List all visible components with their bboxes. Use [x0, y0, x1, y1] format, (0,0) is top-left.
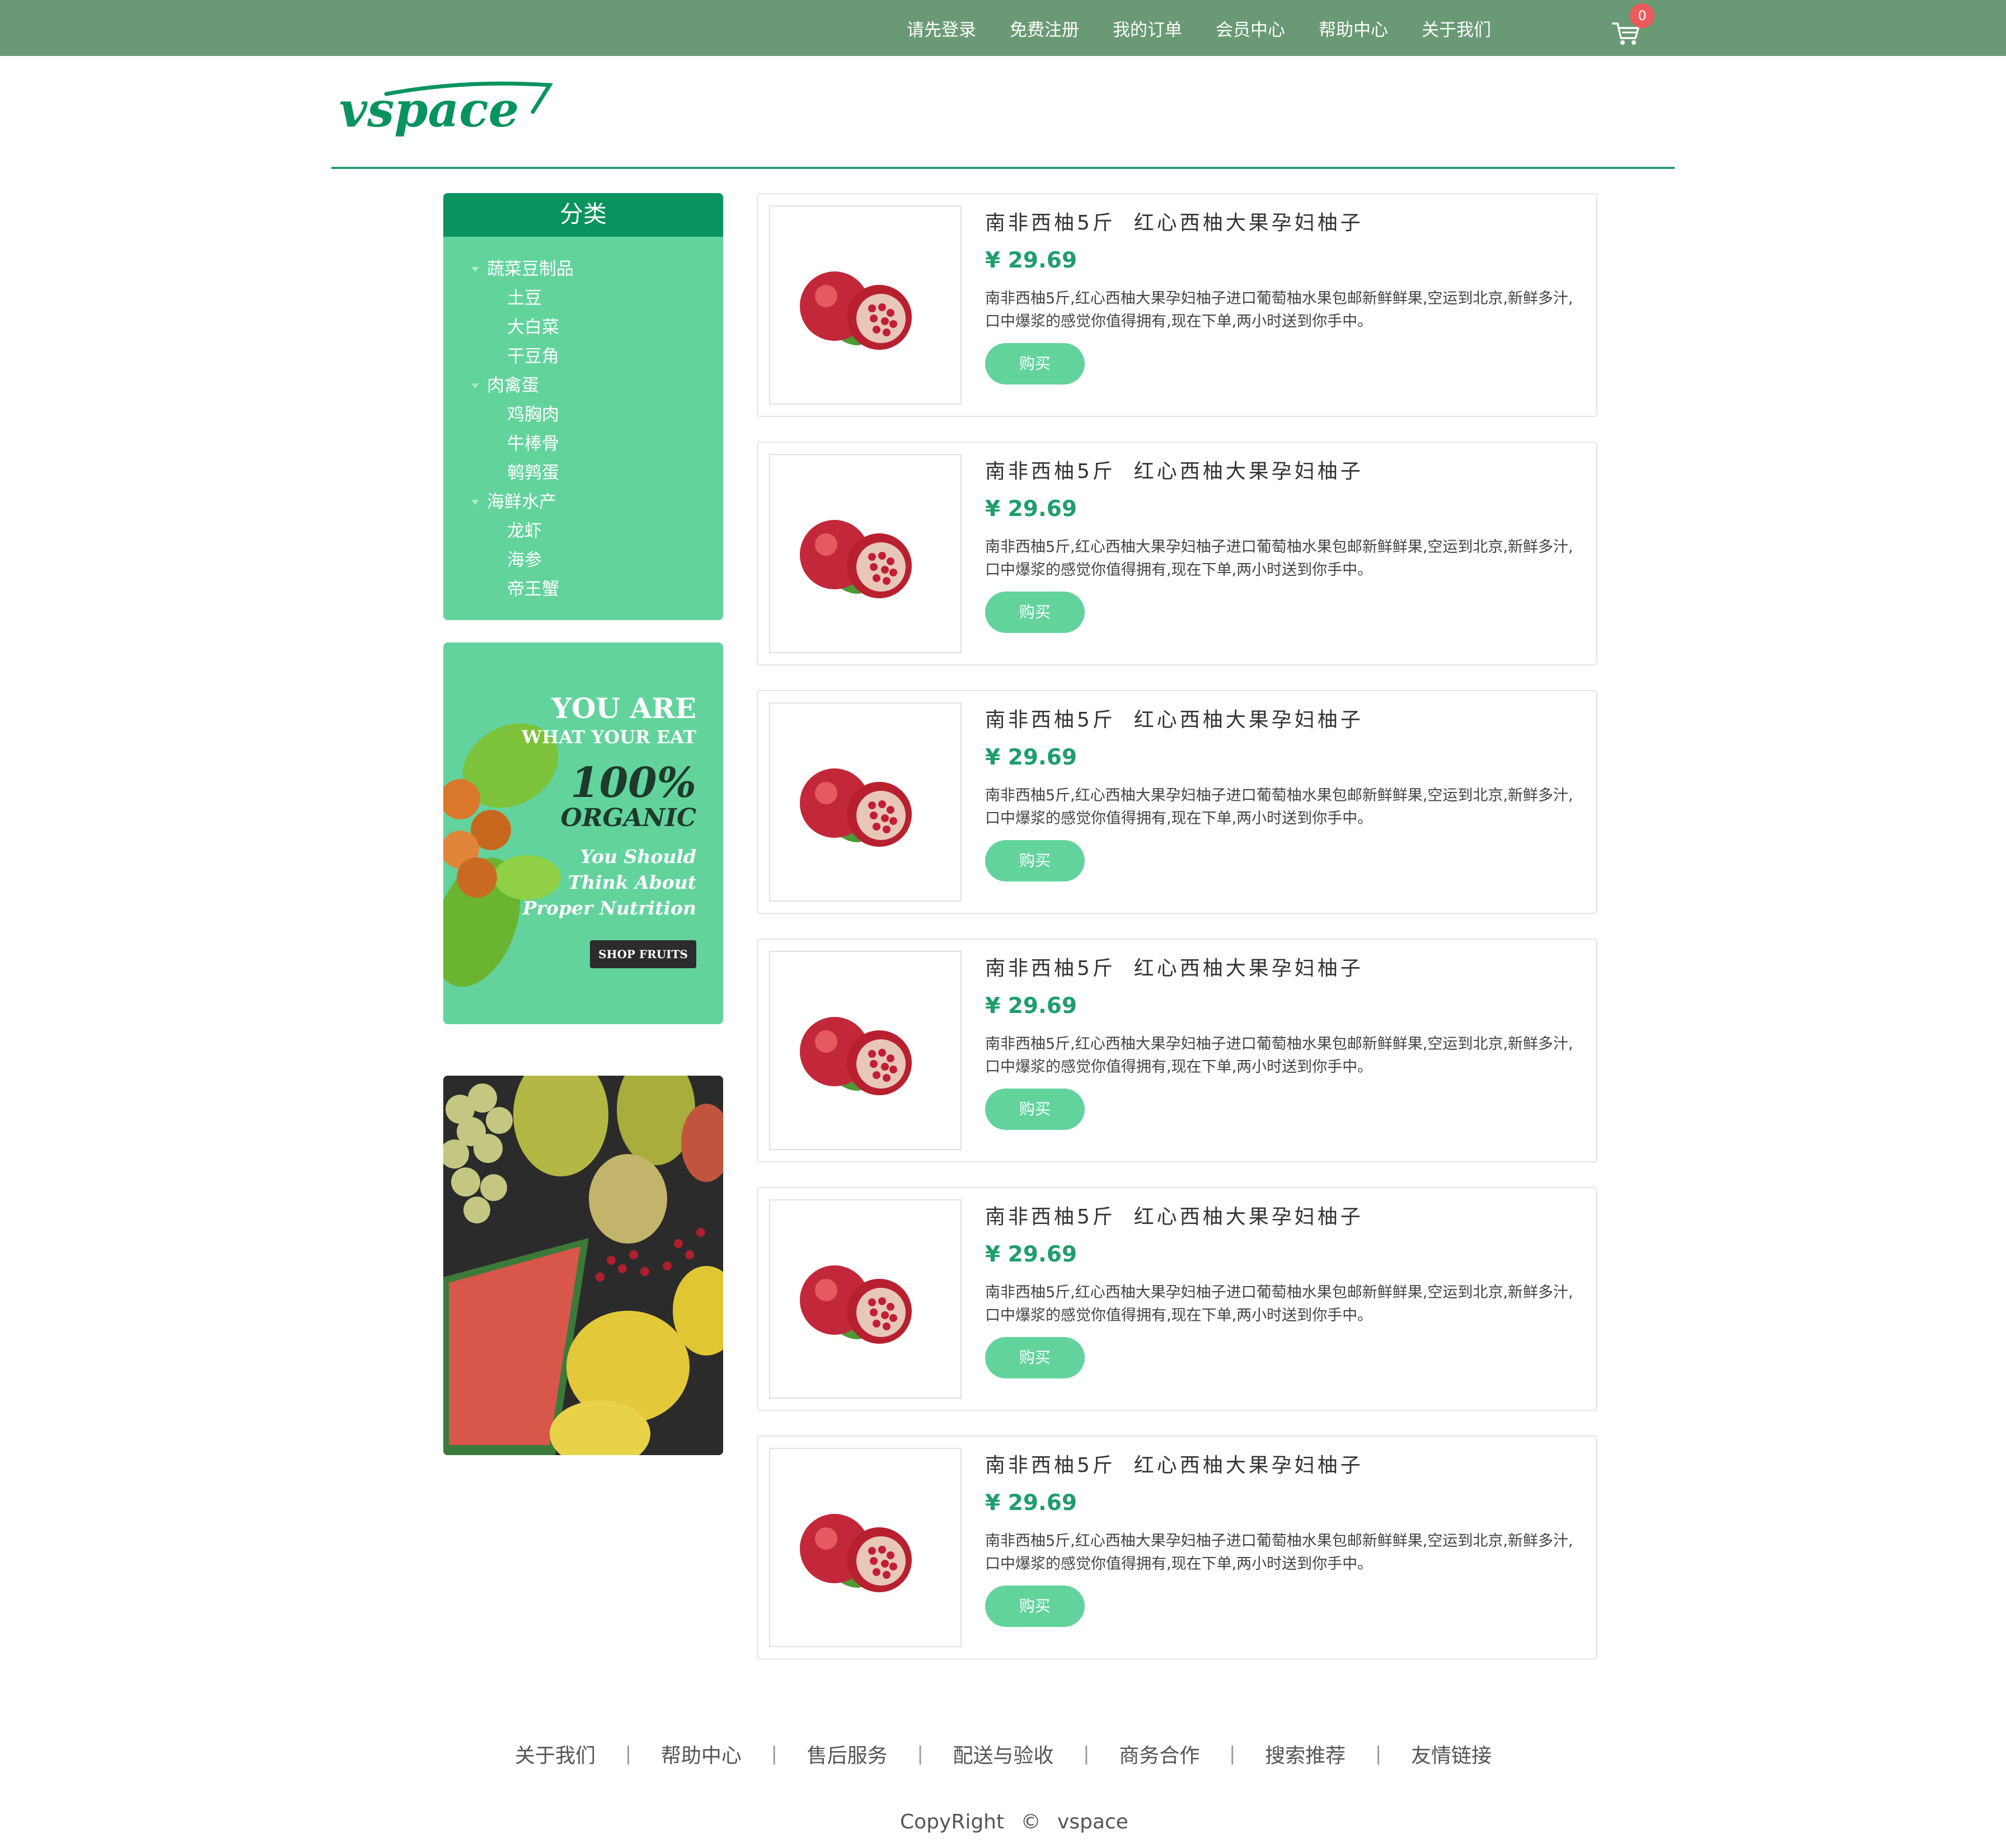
product-card[interactable]: 南非西柚5斤 红心西柚大果孕妇柚子 ¥ 29.69 南非西柚5斤,红心西柚大果孕… [757, 442, 1597, 665]
product-image[interactable] [769, 454, 962, 653]
product-card[interactable]: 南非西柚5斤 红心西柚大果孕妇柚子 ¥ 29.69 南非西柚5斤,红心西柚大果孕… [757, 939, 1597, 1162]
promo-percent: 100% [570, 759, 696, 807]
category-item-quail-egg[interactable]: 鹌鹑蛋 [443, 458, 723, 487]
footer-link-help[interactable]: 帮助中心 [661, 1739, 742, 1769]
shop-fruits-button[interactable]: SHOP FRUITS [590, 940, 696, 968]
footer-link-business[interactable]: 商务合作 [1119, 1739, 1199, 1769]
footer-link-search[interactable]: 搜索推荐 [1265, 1739, 1346, 1769]
product-image[interactable] [769, 702, 962, 902]
category-group-meat-eggs[interactable]: 肉禽蛋 [443, 371, 723, 400]
product-description: 南非西柚5斤,红心西柚大果孕妇柚子进口葡萄柚水果包邮新鲜鲜果,空运到北京,新鲜多… [985, 787, 1573, 827]
footer-separator: | [625, 1743, 632, 1765]
buy-button[interactable]: 购买 [985, 840, 1085, 881]
buy-button[interactable]: 购买 [985, 1586, 1085, 1627]
logo-text: vspace [339, 82, 519, 138]
product-image[interactable] [769, 1199, 962, 1399]
caret-down-icon [471, 267, 479, 272]
footer-link-about[interactable]: 关于我们 [515, 1739, 596, 1769]
category-group-seafood[interactable]: 海鲜水产 [443, 487, 723, 517]
product-image[interactable] [769, 1448, 962, 1647]
product-description: 南非西柚5斤,红心西柚大果孕妇柚子进口葡萄柚水果包邮新鲜鲜果,空运到北京,新鲜多… [985, 290, 1573, 330]
product-description: 南非西柚5斤,红心西柚大果孕妇柚子进口葡萄柚水果包邮新鲜鲜果,空运到北京,新鲜多… [985, 1532, 1573, 1573]
category-item-potato[interactable]: 土豆 [443, 284, 723, 313]
nav-register[interactable]: 免费注册 [1010, 16, 1079, 41]
product-title[interactable]: 南非西柚5斤 红心西柚大果孕妇柚子 [985, 703, 1363, 733]
nav-about-us[interactable]: 关于我们 [1422, 16, 1491, 41]
product-image[interactable] [769, 205, 962, 405]
fruit-photo[interactable] [443, 1076, 723, 1455]
buy-button[interactable]: 购买 [985, 343, 1085, 384]
footer-separator: | [1229, 1743, 1236, 1765]
footer-separator: | [1375, 1743, 1382, 1765]
product-price: ¥ 29.69 [985, 993, 1077, 1019]
product-price: ¥ 29.69 [985, 1490, 1077, 1516]
nav-member-center[interactable]: 会员中心 [1216, 16, 1285, 41]
buy-button[interactable]: 购买 [985, 1337, 1085, 1378]
category-group-vegetables[interactable]: 蔬菜豆制品 [443, 255, 723, 284]
product-price: ¥ 29.69 [985, 248, 1077, 273]
footer-link-after-sales[interactable]: 售后服务 [807, 1739, 888, 1769]
top-nav: 请先登录 免费注册 我的订单 会员中心 帮助中心 关于我们 [907, 0, 1525, 56]
footer-link-friends[interactable]: 友情链接 [1411, 1739, 1492, 1769]
product-title[interactable]: 南非西柚5斤 红心西柚大果孕妇柚子 [985, 1449, 1363, 1478]
footer-links: 关于我们 | 帮助中心 | 售后服务 | 配送与验收 | 商务合作 | 搜索推荐… [515, 1739, 1492, 1769]
product-description: 南非西柚5斤,红心西柚大果孕妇柚子进口葡萄柚水果包邮新鲜鲜果,空运到北京,新鲜多… [985, 1284, 1573, 1324]
category-item-dried-beans[interactable]: 干豆角 [443, 342, 723, 371]
product-card[interactable]: 南非西柚5斤 红心西柚大果孕妇柚子 ¥ 29.69 南非西柚5斤,红心西柚大果孕… [757, 690, 1597, 914]
promo-tagline: You Should Think About Proper Nutrition [522, 846, 696, 919]
footer-separator: | [917, 1743, 924, 1765]
category-item-chicken-breast[interactable]: 鸡胸肉 [443, 400, 723, 429]
category-group-label: 肉禽蛋 [487, 376, 539, 396]
product-description: 南非西柚5斤,红心西柚大果孕妇柚子进口葡萄柚水果包邮新鲜鲜果,空运到北京,新鲜多… [985, 1035, 1573, 1076]
product-title[interactable]: 南非西柚5斤 红心西柚大果孕妇柚子 [985, 1200, 1363, 1230]
product-price: ¥ 29.69 [985, 1242, 1077, 1267]
nav-my-orders[interactable]: 我的订单 [1113, 16, 1182, 41]
caret-down-icon [471, 383, 479, 388]
product-description: 南非西柚5斤,红心西柚大果孕妇柚子进口葡萄柚水果包邮新鲜鲜果,空运到北京,新鲜多… [985, 538, 1573, 579]
cart-count-badge: 0 [1630, 3, 1655, 28]
buy-button[interactable]: 购买 [985, 1089, 1085, 1130]
organic-promo-banner[interactable]: YOU ARE WHAT YOUR EAT 100% ORGANIC You S… [443, 642, 723, 1024]
buy-button[interactable]: 购买 [985, 592, 1085, 633]
category-item-beef-bone[interactable]: 牛棒骨 [443, 429, 723, 458]
category-panel: 分类 蔬菜豆制品 土豆 大白菜 干豆角 肉禽蛋 鸡胸肉 牛棒骨 鹌鹑蛋 海鲜水产… [443, 193, 723, 620]
copyright: CopyRight © vspace [900, 1811, 1138, 1833]
promo-subheadline: WHAT YOUR EAT [522, 726, 696, 748]
nav-help-center[interactable]: 帮助中心 [1319, 16, 1388, 41]
category-item-lobster[interactable]: 龙虾 [443, 517, 723, 546]
product-image[interactable] [769, 951, 962, 1150]
category-item-king-crab[interactable]: 帝王蟹 [443, 575, 723, 604]
promo-organic: ORGANIC [560, 804, 696, 832]
category-title: 分类 [443, 193, 723, 237]
copyright-symbol: © [1020, 1811, 1041, 1833]
nav-login[interactable]: 请先登录 [907, 16, 976, 41]
product-price: ¥ 29.69 [985, 496, 1077, 522]
product-title[interactable]: 南非西柚5斤 红心西柚大果孕妇柚子 [985, 207, 1363, 236]
header-divider [331, 167, 1675, 169]
vspace-logo[interactable]: vspace [336, 78, 554, 140]
footer-separator: | [771, 1743, 777, 1765]
product-card[interactable]: 南非西柚5斤 红心西柚大果孕妇柚子 ¥ 29.69 南非西柚5斤,红心西柚大果孕… [757, 1187, 1597, 1411]
category-item-sea-cucumber[interactable]: 海参 [443, 546, 723, 575]
footer-link-delivery[interactable]: 配送与验收 [953, 1739, 1053, 1769]
copyright-label: CopyRight [900, 1811, 1005, 1833]
product-title[interactable]: 南非西柚5斤 红心西柚大果孕妇柚子 [985, 455, 1363, 484]
product-price: ¥ 29.69 [985, 745, 1077, 770]
category-group-label: 海鲜水产 [487, 492, 556, 512]
copyright-brand: vspace [1057, 1811, 1128, 1833]
category-group-label: 蔬菜豆制品 [487, 259, 574, 279]
product-card[interactable]: 南非西柚5斤 红心西柚大果孕妇柚子 ¥ 29.69 南非西柚5斤,红心西柚大果孕… [757, 1436, 1597, 1659]
product-title[interactable]: 南非西柚5斤 红心西柚大果孕妇柚子 [985, 952, 1363, 981]
caret-down-icon [471, 500, 479, 505]
category-list: 蔬菜豆制品 土豆 大白菜 干豆角 肉禽蛋 鸡胸肉 牛棒骨 鹌鹑蛋 海鲜水产 龙虾… [443, 237, 723, 604]
promo-headline: YOU ARE [551, 692, 696, 725]
product-card[interactable]: 南非西柚5斤 红心西柚大果孕妇柚子 ¥ 29.69 南非西柚5斤,红心西柚大果孕… [757, 193, 1597, 417]
footer-separator: | [1083, 1743, 1090, 1765]
top-bar: 请先登录 免费注册 我的订单 会员中心 帮助中心 关于我们 0 [0, 0, 2006, 56]
category-item-cabbage[interactable]: 大白菜 [443, 313, 723, 342]
cart-button[interactable]: 0 [1612, 3, 1655, 48]
